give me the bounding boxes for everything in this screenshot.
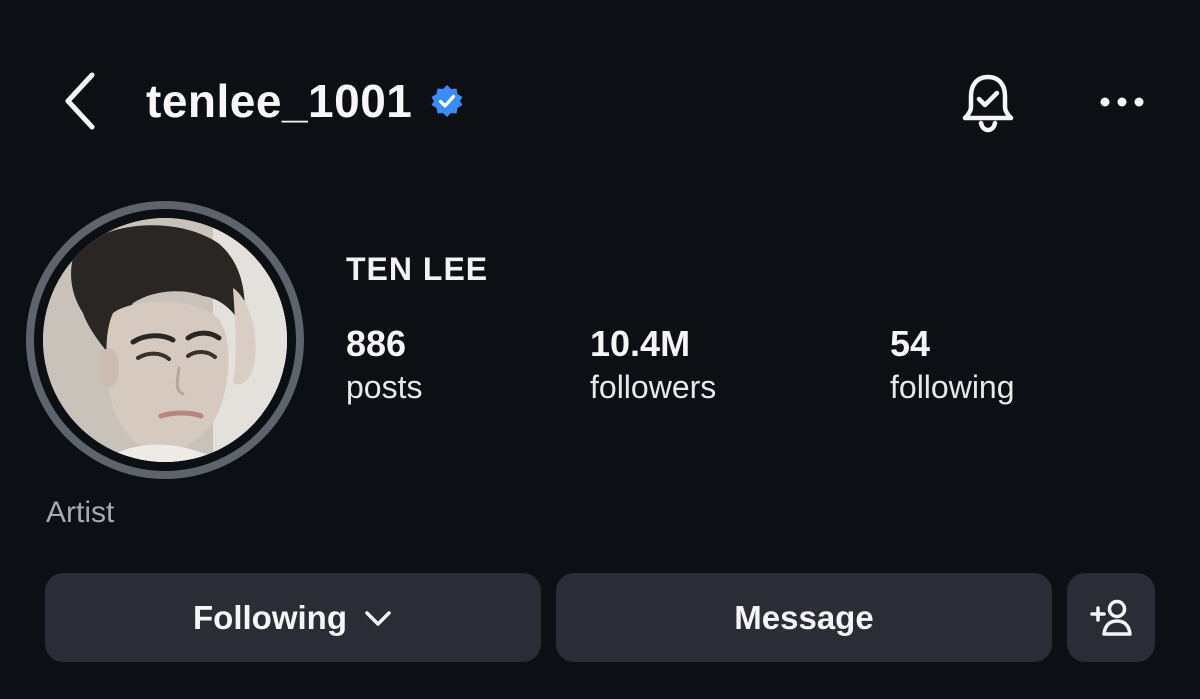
message-button-label: Message	[734, 598, 874, 636]
followers-label: followers	[590, 369, 717, 405]
more-horizontal-icon	[1100, 97, 1144, 107]
followers-stat[interactable]: 10.4M followers	[590, 322, 716, 408]
display-name: TEN LEE	[346, 251, 489, 287]
posts-stat[interactable]: 886 posts	[346, 322, 422, 408]
avatar-ring-gap	[34, 209, 296, 471]
followers-count: 10.4M	[590, 323, 691, 364]
username-header: tenlee_1001	[146, 70, 464, 132]
posts-count: 886	[346, 323, 407, 364]
following-label: following	[890, 369, 1015, 405]
back-button[interactable]	[52, 68, 108, 134]
chevron-down-icon	[363, 608, 393, 628]
top-navigation-bar: tenlee_1001	[0, 0, 1200, 200]
more-options-button[interactable]	[1090, 80, 1154, 124]
following-count: 54	[890, 323, 931, 364]
verified-badge-icon	[430, 84, 464, 118]
notification-bell-check-icon	[962, 74, 1014, 133]
following-button-label: Following	[193, 598, 347, 636]
following-button[interactable]: Following	[45, 573, 541, 662]
profile-photo	[43, 218, 287, 462]
chevron-left-icon	[65, 72, 95, 130]
profile-avatar[interactable]	[26, 201, 304, 479]
username: tenlee_1001	[146, 75, 413, 127]
suggest-users-button[interactable]	[1067, 573, 1155, 662]
message-button[interactable]: Message	[556, 573, 1052, 662]
notifications-button[interactable]	[955, 70, 1021, 136]
profile-category: Artist	[46, 496, 115, 529]
add-user-icon	[1090, 599, 1132, 636]
posts-label: posts	[346, 369, 423, 405]
following-stat[interactable]: 54 following	[890, 322, 1015, 408]
